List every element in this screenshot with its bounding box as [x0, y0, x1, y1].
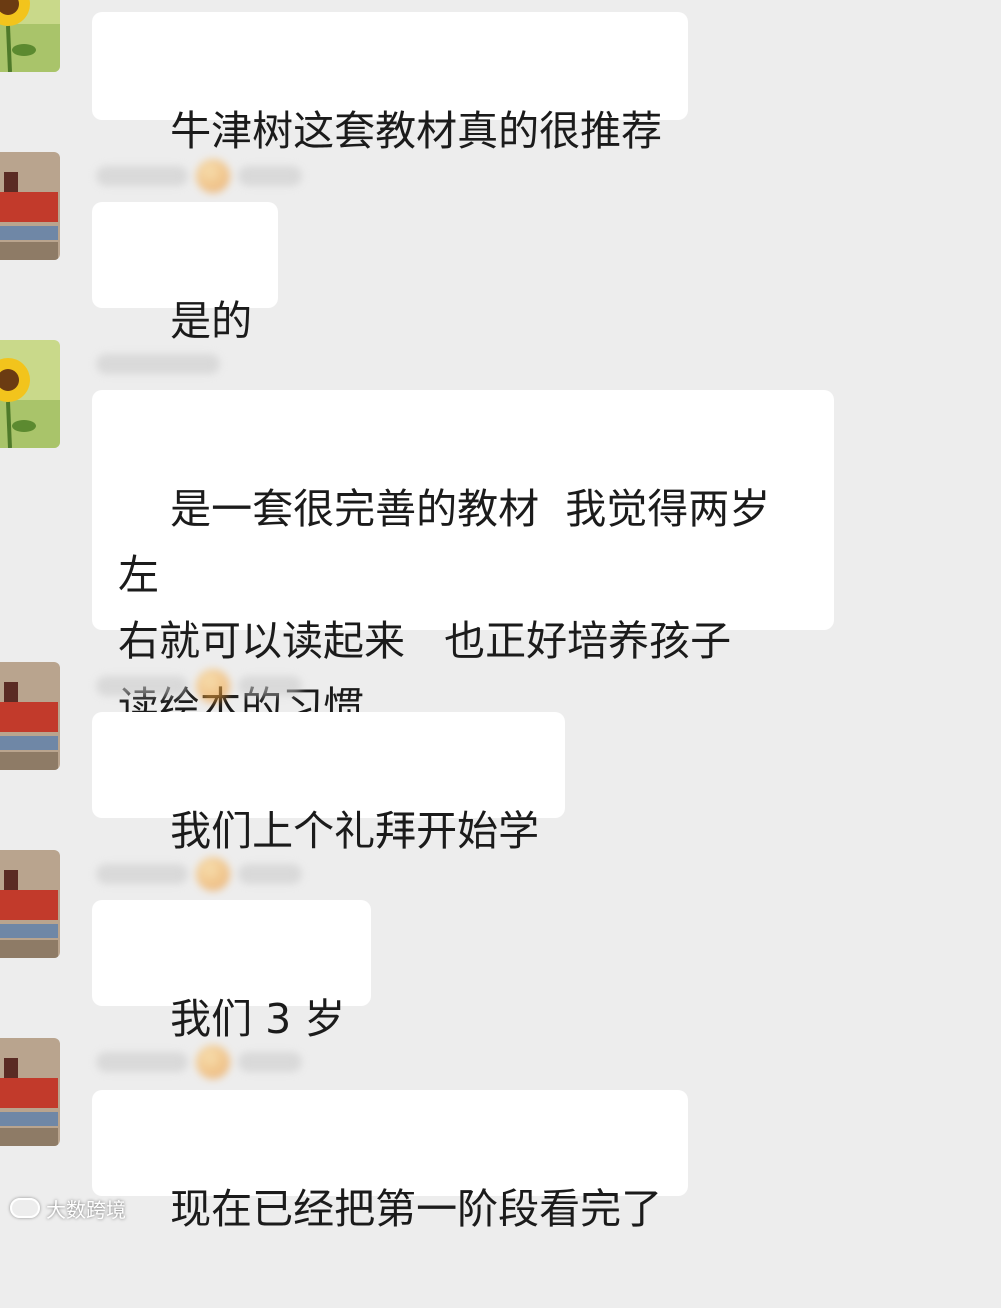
message-text: 我们 3 岁 [170, 995, 346, 1043]
blurred-sender-name [96, 668, 302, 704]
sign-avatar[interactable] [0, 1038, 60, 1146]
sign-avatar[interactable] [0, 662, 60, 770]
sunflower-avatar[interactable] [0, 340, 60, 448]
message-text: 是的 [170, 297, 253, 345]
sunflower-avatar[interactable] [0, 0, 60, 72]
message-text: 我们上个礼拜开始学 [170, 807, 540, 855]
chat-conversation: 牛津树这套教材真的很推荐 是的 是一套很完善的教材 我觉得两岁左 右就可以读起来… [0, 0, 1001, 1233]
orange-emoji-icon [196, 857, 230, 891]
message-bubble[interactable]: 现在已经把第一阶段看完了 [92, 1090, 689, 1233]
message-bubble[interactable]: 牛津树这套教材真的很推荐 [92, 12, 689, 155]
message-bubble[interactable]: 是一套很完善的教材 我觉得两岁左 右就可以读起来 也正好培养孩子 读绘本的习惯 [92, 390, 834, 731]
watermark-text: 大数跨境 [46, 1197, 126, 1222]
message-bubble[interactable]: 是的 [92, 202, 279, 345]
blurred-sender-name [96, 346, 220, 382]
sign-avatar[interactable] [0, 152, 60, 260]
watermark-logo-icon [10, 1198, 40, 1218]
watermark: 大数跨境 [10, 1195, 126, 1222]
message-bubble[interactable]: 我们上个礼拜开始学 [92, 712, 566, 855]
orange-emoji-icon [196, 159, 230, 193]
sign-avatar[interactable] [0, 850, 60, 958]
message-bubble[interactable]: 我们 3 岁 [92, 900, 372, 1043]
blurred-sender-name [96, 1044, 302, 1080]
orange-emoji-icon [196, 669, 230, 703]
blurred-sender-name [96, 856, 302, 892]
message-text: 现在已经把第一阶段看完了 [170, 1185, 663, 1233]
blurred-sender-name [96, 158, 302, 194]
message-text: 牛津树这套教材真的很推荐 [170, 107, 663, 155]
orange-emoji-icon [196, 1045, 230, 1079]
